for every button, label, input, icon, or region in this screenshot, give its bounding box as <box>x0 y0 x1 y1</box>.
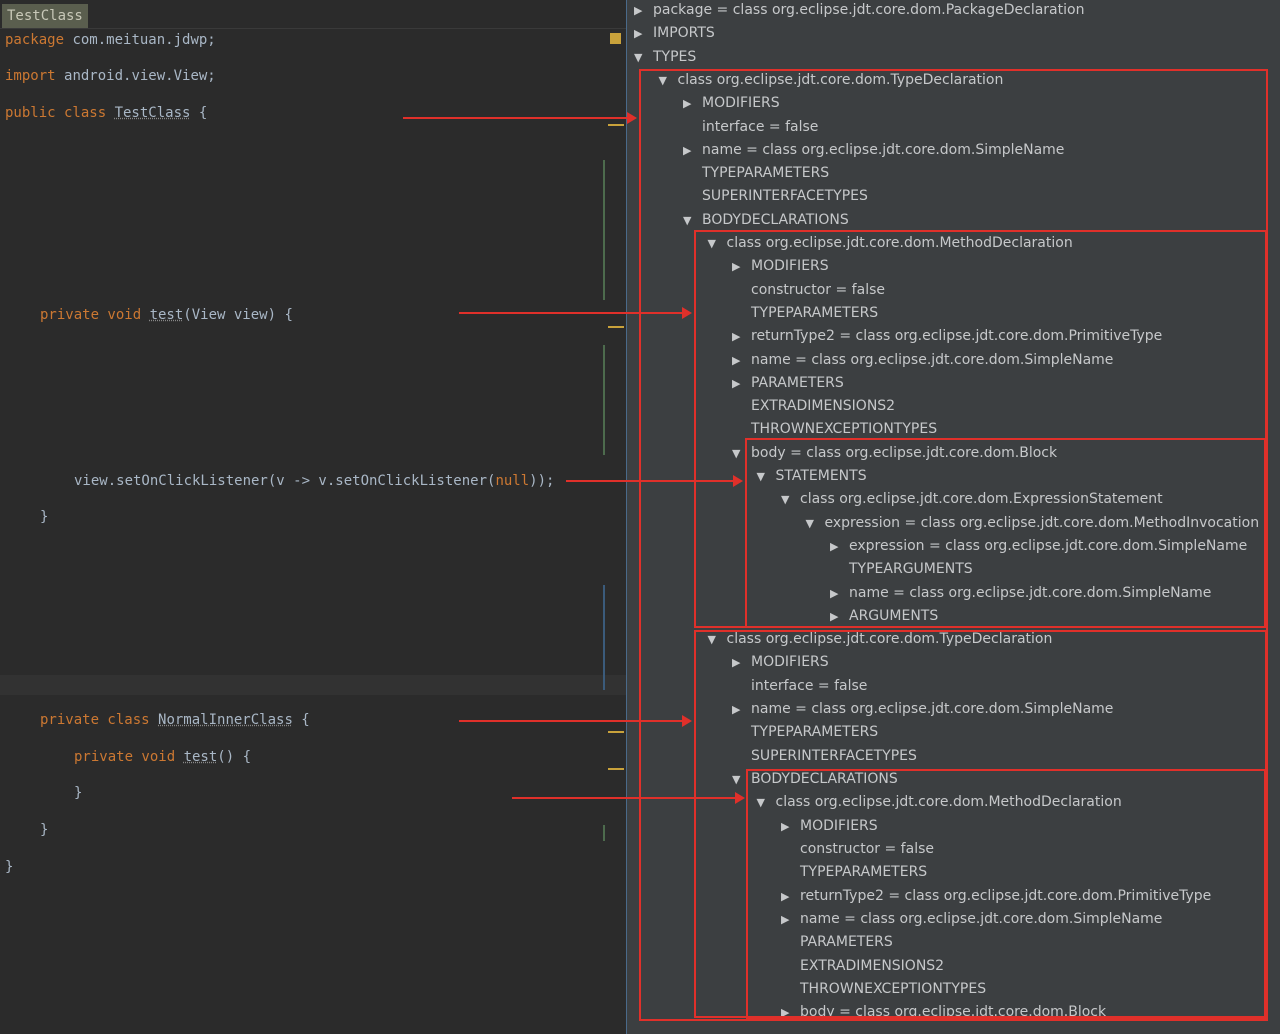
tab-testclass[interactable]: TestClass <box>2 4 88 28</box>
keyword: package <box>5 32 73 48</box>
code-line: public class TestClass { <box>5 105 207 121</box>
highlight-box-body <box>745 438 1266 628</box>
identifier: NormalInnerClass <box>158 712 293 728</box>
change-gutter <box>603 585 605 690</box>
code-text: { <box>190 105 208 121</box>
keyword: private void <box>40 307 150 323</box>
identifier: test <box>183 749 218 765</box>
change-gutter <box>603 825 605 841</box>
keyword: private class <box>40 712 159 728</box>
code-text: () { <box>217 749 252 765</box>
code-line: } <box>74 785 82 801</box>
tree-node[interactable]: ▶ IMPORTS <box>634 23 715 43</box>
code-text: com.meituan.jdwp; <box>72 32 216 48</box>
arrow <box>512 792 745 804</box>
keyword: import <box>5 68 65 84</box>
code-editor[interactable]: TestClass package com.meituan.jdwp; impor… <box>0 0 627 1034</box>
code-text: android.view.View; <box>64 68 216 84</box>
tree-node-label: package = class org.eclipse.jdt.core.dom… <box>653 2 1085 18</box>
keyword: public class <box>5 105 115 121</box>
code-text: )); <box>529 473 555 489</box>
code-line: package com.meituan.jdwp; <box>5 32 216 48</box>
tree-node-label: IMPORTS <box>653 25 715 41</box>
code-line: import android.view.View; <box>5 68 216 84</box>
tree-node[interactable]: ▼ TYPES <box>634 47 696 67</box>
current-line-highlight <box>0 675 626 695</box>
code-text: { <box>292 712 310 728</box>
code-line: private void test() { <box>74 749 251 765</box>
code-text: } <box>5 859 14 875</box>
collapsed-arrow-icon[interactable]: ▶ <box>634 1 653 21</box>
code-text: (View view) { <box>183 307 293 323</box>
tree-node-label: TYPES <box>653 49 697 65</box>
code-line: view.setOnClickListener(v -> v.setOnClic… <box>74 473 554 489</box>
code-line: private void test(View view) { <box>40 307 293 323</box>
arrow <box>459 715 692 727</box>
code-text: } <box>74 785 83 801</box>
code-text: } <box>40 509 49 525</box>
collapsed-arrow-icon[interactable]: ▶ <box>634 24 653 44</box>
arrow <box>403 112 637 124</box>
code-text: view.setOnClickListener(v -> v.setOnClic… <box>74 473 496 489</box>
highlight-box-inner-method <box>746 769 1266 1020</box>
null-literal: null <box>495 473 530 489</box>
marker <box>608 124 624 126</box>
code-text: } <box>40 822 49 838</box>
divider <box>0 28 626 29</box>
expanded-arrow-icon[interactable]: ▼ <box>634 48 653 68</box>
arrow <box>459 307 692 319</box>
marker <box>608 768 624 770</box>
code-line: } <box>5 859 13 875</box>
marker <box>608 731 624 733</box>
arrow <box>566 475 743 487</box>
tree-node[interactable]: ▶ package = class org.eclipse.jdt.core.do… <box>634 0 1084 20</box>
keyword: private void <box>74 749 184 765</box>
code-line: private class NormalInnerClass { <box>40 712 310 728</box>
identifier: TestClass <box>114 105 191 121</box>
warning-marker <box>610 33 621 44</box>
code-line: } <box>40 509 48 525</box>
identifier: test <box>149 307 184 323</box>
code-line: } <box>40 822 48 838</box>
change-gutter <box>603 345 605 455</box>
marker <box>608 326 624 328</box>
change-gutter <box>603 160 605 300</box>
